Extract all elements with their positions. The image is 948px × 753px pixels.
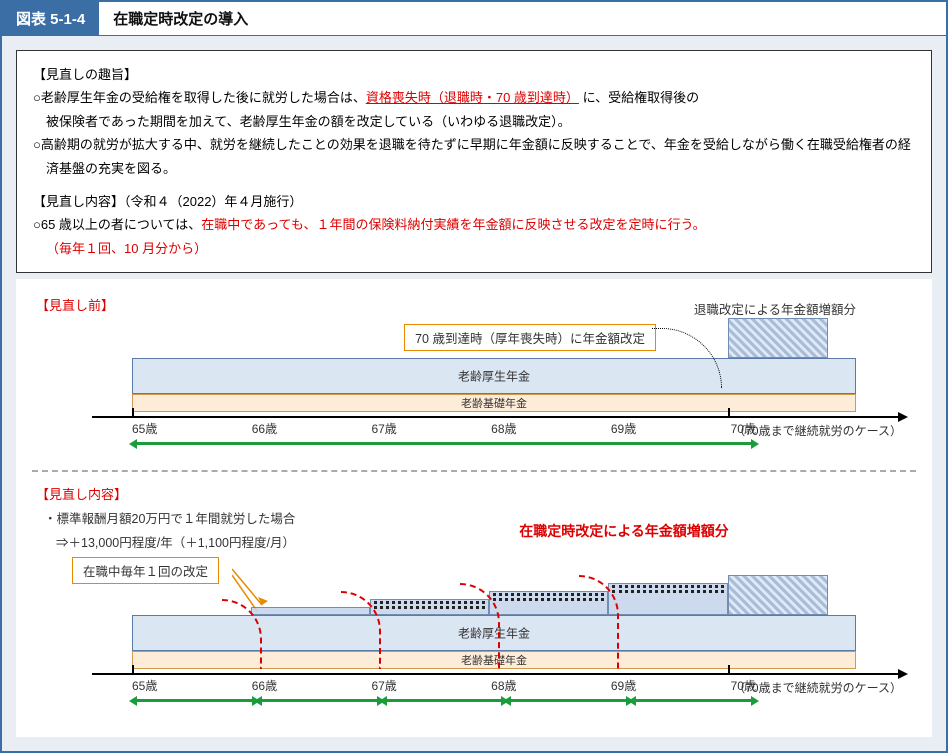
after-inc-5	[728, 575, 828, 615]
before-kiso-bar: 老齢基礎年金	[132, 394, 856, 412]
green-arrow-icon	[257, 699, 382, 707]
after-callout: 在職中毎年１回の改定	[72, 557, 219, 584]
purpose-line1: ○老齢厚生年金の受給権を取得した後に就労した場合は、資格喪失時（退職時・70 歳…	[33, 86, 915, 109]
figure-header: 図表 5-1-4 在職定時改定の導入	[2, 2, 946, 36]
before-ticks: 65歳 66歳 67歳 68歳 69歳 70歳	[132, 420, 756, 437]
purpose-red-text: 資格喪失時（退職時・70 歳到達時）	[366, 90, 579, 105]
green-arrow-icon	[132, 442, 756, 450]
figure-body: 【見直しの趣旨】 ○老齢厚生年金の受給権を取得した後に就労した場合は、資格喪失時…	[2, 36, 946, 751]
before-increment-label: 退職改定による年金額増額分	[694, 299, 856, 318]
content-red-text: 在職中であっても、１年間の保険料納付実績を年金額に反映させる改定を定時に行う。	[201, 217, 705, 232]
after-label: 【見直し内容】	[36, 484, 916, 503]
figure-container: 図表 5-1-4 在職定時改定の導入 【見直しの趣旨】 ○老齢厚生年金の受給権を…	[0, 0, 948, 753]
after-ticks: 65歳 66歳 67歳 68歳 69歳 70歳	[132, 677, 756, 694]
after-desc1: ・標準報酬月額20万円で１年間就労した場合	[44, 509, 332, 529]
after-desc2: ⇒＋13,000円程度/年（＋1,100円程度/月）	[56, 533, 332, 553]
green-arrow-icon	[132, 699, 257, 707]
green-arrow-icon	[506, 699, 631, 707]
figure-number: 図表 5-1-4	[2, 2, 99, 36]
before-callout: 70 歳到達時（厚年喪失時）に年金額改定	[404, 324, 656, 351]
green-arrow-icon	[382, 699, 507, 707]
after-green-arrows	[132, 699, 756, 707]
content-heading: 【見直し内容】（令和４（2022）年４月施行）	[33, 190, 915, 213]
green-arrow-icon	[631, 699, 756, 707]
before-axis	[92, 416, 906, 418]
content-line2: （毎年１回、10 月分から）	[33, 237, 915, 260]
figure-title: 在職定時改定の導入	[99, 2, 946, 36]
before-increment-bar	[728, 318, 828, 358]
before-green-arrow	[132, 442, 756, 450]
before-label: 【見直し前】	[36, 295, 114, 314]
before-kosei-bar: 老齢厚生年金	[132, 358, 856, 394]
after-increment-label: 在職定時改定による年金額増額分	[332, 521, 916, 541]
purpose-line1b: 被保険者であった期間を加えて、老齢厚生年金の額を改定している（いわゆる退職改定）…	[33, 110, 915, 133]
content-line1: ○65 歳以上の者については、在職中であっても、１年間の保険料納付実績を年金額に…	[33, 213, 915, 236]
after-note: （70歳まで継続就労のケース）	[733, 679, 902, 696]
explanation-box: 【見直しの趣旨】 ○老齢厚生年金の受給権を取得した後に就労した場合は、資格喪失時…	[16, 50, 932, 273]
before-arrow	[652, 328, 722, 388]
after-axis	[92, 673, 906, 675]
purpose-heading: 【見直しの趣旨】	[33, 63, 915, 86]
before-note: （70歳まで継続就労のケース）	[733, 422, 902, 439]
purpose-line2: ○高齢期の就労が拡大する中、就労を継続したことの効果を退職を待たずに早期に年金額…	[33, 133, 915, 180]
divider	[32, 470, 916, 472]
before-diagram: 【見直し前】 退職改定による年金額増額分 70 歳到達時（厚年喪失時）に年金額改…	[16, 279, 932, 737]
